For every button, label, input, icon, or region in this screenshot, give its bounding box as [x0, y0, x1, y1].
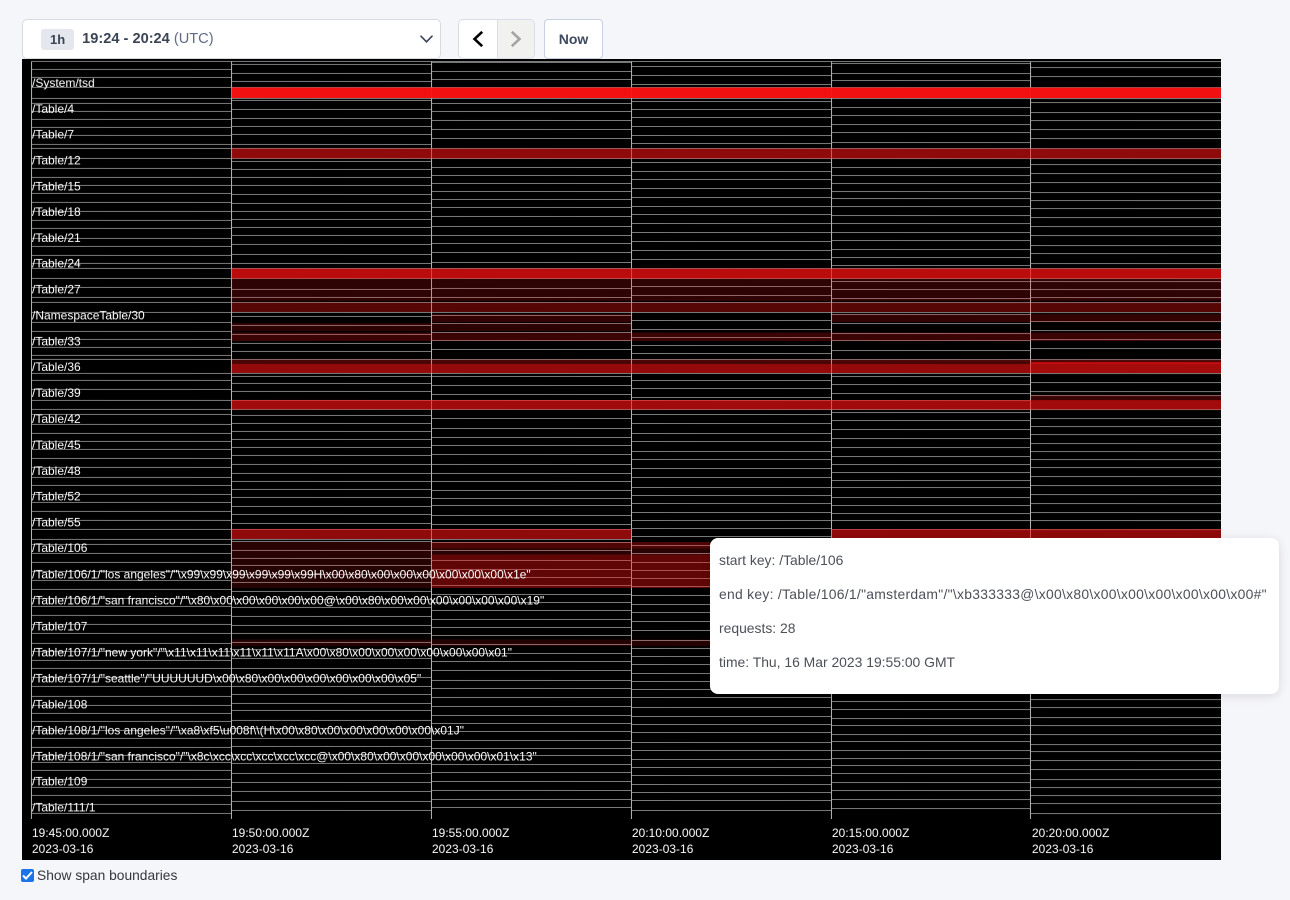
- svg-text:20:10:00.000Z: 20:10:00.000Z: [632, 826, 709, 840]
- svg-text:/Table/36: /Table/36: [32, 360, 81, 374]
- svg-text:/Table/21: /Table/21: [32, 231, 81, 245]
- svg-text:/Table/4: /Table/4: [32, 102, 74, 116]
- svg-text:2023-03-16: 2023-03-16: [1032, 842, 1094, 856]
- svg-text:/Table/45: /Table/45: [32, 438, 81, 452]
- svg-text:/Table/39: /Table/39: [32, 386, 81, 400]
- svg-text:/Table/106: /Table/106: [32, 541, 88, 555]
- svg-text:20:15:00.000Z: 20:15:00.000Z: [832, 826, 909, 840]
- svg-text:2023-03-16: 2023-03-16: [832, 842, 894, 856]
- svg-text:/NamespaceTable/30: /NamespaceTable/30: [32, 309, 145, 323]
- svg-text:/Table/27: /Table/27: [32, 283, 81, 297]
- svg-text:/Table/111/1: /Table/111/1: [32, 801, 96, 815]
- svg-text:/Table/107/1/"new york"/"\x11\: /Table/107/1/"new york"/"\x11\x11\x11\x1…: [32, 646, 512, 660]
- svg-text:/System/tsd: /System/tsd: [32, 76, 95, 90]
- svg-text:/Table/24: /Table/24: [32, 257, 81, 271]
- svg-text:/Table/108/1/"san francisco"/": /Table/108/1/"san francisco"/"\x8c\xcc\x…: [32, 750, 537, 764]
- svg-text:/Table/7: /Table/7: [32, 128, 74, 142]
- svg-text:/Table/107/1/"seattle"/"UUUUUU: /Table/107/1/"seattle"/"UUUUUUD\x00\x80\…: [32, 672, 421, 686]
- svg-text:/Table/52: /Table/52: [32, 490, 81, 504]
- svg-text:2023-03-16: 2023-03-16: [32, 842, 94, 856]
- svg-text:19:50:00.000Z: 19:50:00.000Z: [232, 826, 309, 840]
- svg-text:/Table/55: /Table/55: [32, 516, 81, 530]
- svg-text:/Table/48: /Table/48: [32, 464, 81, 478]
- svg-text:/Table/107: /Table/107: [32, 620, 88, 634]
- svg-text:2023-03-16: 2023-03-16: [432, 842, 494, 856]
- svg-text:/Table/106/1/"los angeles"/"\x: /Table/106/1/"los angeles"/"\x99\x99\x99…: [32, 568, 531, 582]
- svg-text:19:55:00.000Z: 19:55:00.000Z: [432, 826, 509, 840]
- svg-text:/Table/15: /Table/15: [32, 180, 81, 194]
- svg-text:2023-03-16: 2023-03-16: [632, 842, 694, 856]
- svg-text:2023-03-16: 2023-03-16: [232, 842, 294, 856]
- svg-text:/Table/18: /Table/18: [32, 205, 81, 219]
- svg-text:/Table/12: /Table/12: [32, 154, 81, 168]
- svg-text:/Table/42: /Table/42: [32, 412, 81, 426]
- svg-text:/Table/108/1/"los angeles"/"\x: /Table/108/1/"los angeles"/"\xa8\xf5\u00…: [32, 724, 464, 738]
- svg-text:/Table/106/1/"san francisco"/": /Table/106/1/"san francisco"/"\x80\x00\x…: [32, 594, 544, 608]
- svg-text:20:20:00.000Z: 20:20:00.000Z: [1032, 826, 1109, 840]
- svg-text:19:45:00.000Z: 19:45:00.000Z: [32, 826, 109, 840]
- svg-text:/Table/109: /Table/109: [32, 775, 88, 789]
- svg-text:/Table/33: /Table/33: [32, 335, 81, 349]
- svg-text:/Table/108: /Table/108: [32, 698, 88, 712]
